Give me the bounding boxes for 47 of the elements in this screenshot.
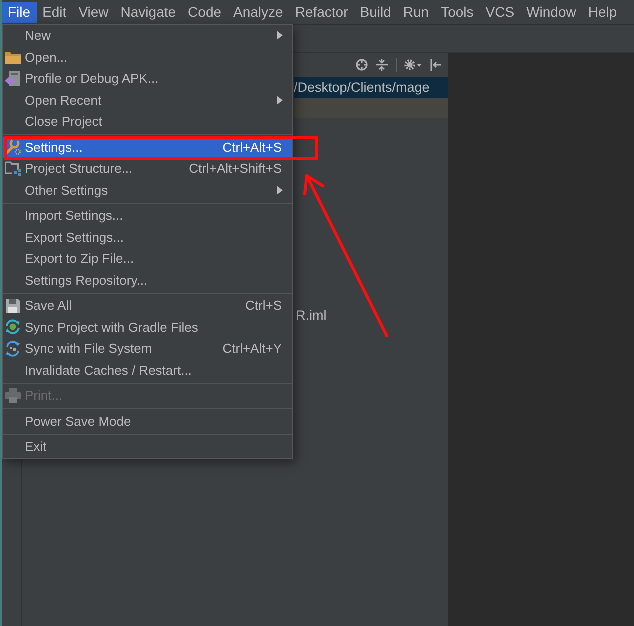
menu-item[interactable]: Open Recent xyxy=(3,90,292,111)
menu-bar-item[interactable]: Tools xyxy=(435,2,480,23)
menu-bar-item[interactable]: Help xyxy=(582,2,624,23)
keyboard-shortcut: Ctrl+Alt+Shift+S xyxy=(189,161,283,176)
menu-bar-item[interactable]: VCS xyxy=(480,2,521,23)
menu-item[interactable]: Project Structure... Ctrl+Alt+Shift+S xyxy=(3,158,292,180)
menu-bar-item[interactable]: Build xyxy=(354,2,398,23)
menu-item[interactable]: Close Project xyxy=(3,111,292,132)
sync-arrows-icon xyxy=(5,319,21,336)
wrench-icon xyxy=(5,139,21,156)
folder-icon xyxy=(5,50,21,64)
crosshair-icon[interactable] xyxy=(356,59,368,71)
menu-item[interactable]: Open... xyxy=(3,46,292,68)
menu-bar-item[interactable]: Run xyxy=(397,2,436,23)
document-arrow-icon xyxy=(5,70,21,87)
menu-item[interactable]: Import Settings... xyxy=(3,205,292,226)
menu-bar-item[interactable]: Window xyxy=(520,2,582,23)
menu-item[interactable]: Invalidate Caches / Restart... xyxy=(3,360,292,381)
menu-item[interactable]: Sync Project with Gradle Files xyxy=(3,316,292,338)
menu-bar-item[interactable]: View xyxy=(72,2,115,23)
menu-item[interactable]: New xyxy=(3,25,292,46)
menu-item[interactable]: Export to Zip File... xyxy=(3,248,292,270)
menu-bar-item[interactable]: Code xyxy=(182,2,228,23)
menu-bar-item[interactable]: File xyxy=(2,2,37,23)
keyboard-shortcut: Ctrl+S xyxy=(246,298,283,314)
project-path-row[interactable]: /Desktop/Clients/mage xyxy=(294,77,448,98)
menu-item[interactable]: Power Save Mode xyxy=(3,410,292,432)
menu-item[interactable]: Exit xyxy=(3,436,292,458)
menu-bar-item[interactable]: Refactor xyxy=(289,2,354,23)
gear-dropdown-icon[interactable] xyxy=(404,59,422,71)
menu-bar-item[interactable]: Edit xyxy=(36,2,73,23)
menu-bar-item[interactable]: Analyze xyxy=(228,2,290,23)
arrow-to-bar-icon[interactable] xyxy=(430,59,442,71)
keyboard-shortcut: Ctrl+Alt+Y xyxy=(222,341,283,356)
folder-squares-icon xyxy=(5,161,21,176)
menu-item[interactable]: Profile or Debug APK... xyxy=(3,68,292,90)
refresh-icon xyxy=(5,340,21,357)
menu-item[interactable]: Settings Repository... xyxy=(3,270,292,291)
menu-item[interactable]: Save All Ctrl+S xyxy=(3,295,292,316)
printer-icon xyxy=(5,388,21,404)
file-name[interactable]: R.iml xyxy=(296,308,327,323)
menu-item[interactable]: Sync with File System Ctrl+Alt+Y xyxy=(3,338,292,360)
collapse-icon[interactable] xyxy=(376,59,388,71)
menu-bar-item[interactable]: Navigate xyxy=(114,2,182,23)
menu-item[interactable]: Other Settings xyxy=(3,180,292,201)
keyboard-shortcut: Ctrl+Alt+S xyxy=(222,140,283,155)
menu-item[interactable]: Export Settings... xyxy=(3,226,292,248)
